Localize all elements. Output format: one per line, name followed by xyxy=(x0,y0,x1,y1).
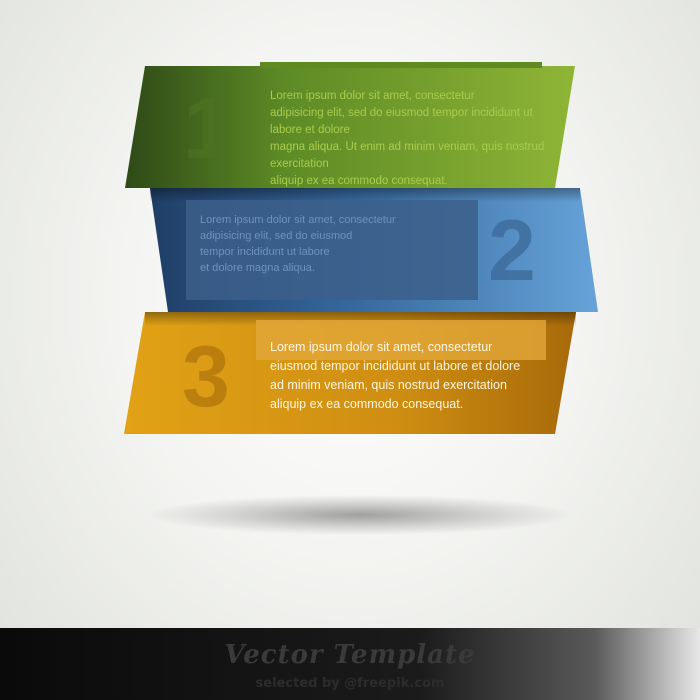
band-1-top-edge xyxy=(260,62,542,68)
band-2-text: Lorem ipsum dolor sit amet, consectetur … xyxy=(200,214,396,274)
band-2-number: 2 xyxy=(488,203,536,299)
band-1-text: Lorem ipsum dolor sit amet, consectetur … xyxy=(270,90,545,187)
band-2-shadow xyxy=(150,188,580,202)
band-1-number: 1 xyxy=(183,81,231,177)
band-3-text: Lorem ipsum dolor sit amet, consectetur … xyxy=(270,340,521,411)
footer-title: Vector Template xyxy=(224,640,476,670)
floor-shadow xyxy=(150,495,570,535)
footer-credit: selected by @freepik.com xyxy=(255,676,445,691)
band-3-number: 3 xyxy=(182,329,230,425)
